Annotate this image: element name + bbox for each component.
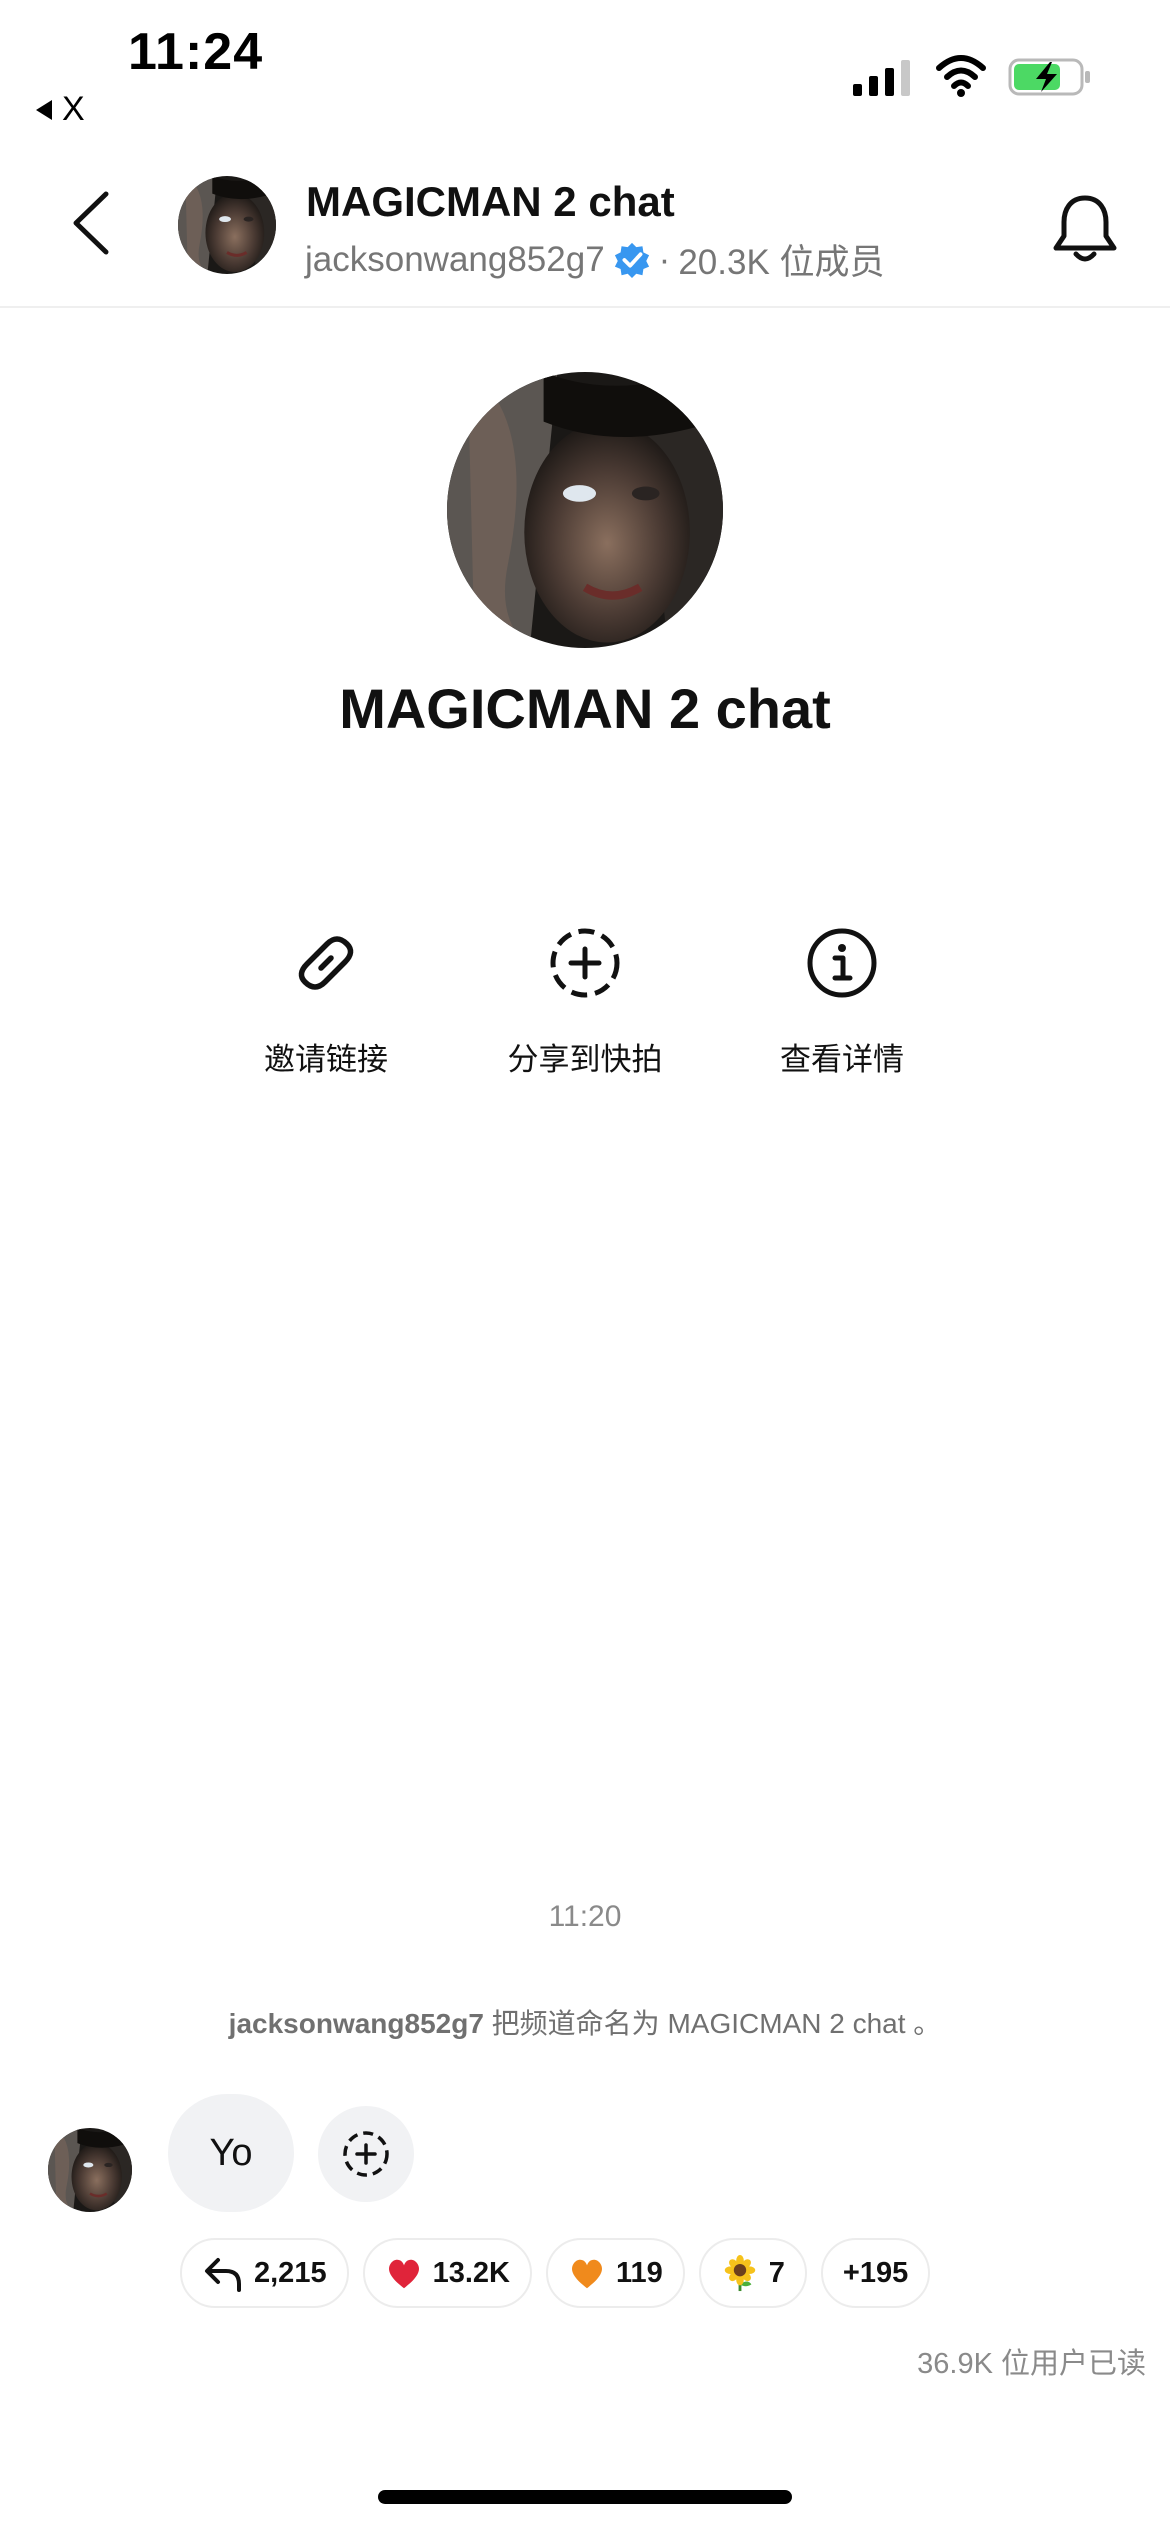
cellular-signal-icon — [853, 60, 910, 96]
header-subtitle: jacksonwang852g7 · 20.3K 位成员 — [305, 234, 885, 285]
battery-charging-icon — [1008, 58, 1090, 96]
share-to-story-button[interactable]: 分享到快拍 — [485, 924, 685, 1079]
header-title[interactable]: MAGICMAN 2 chat — [306, 178, 675, 226]
header-divider — [0, 306, 1170, 308]
home-indicator[interactable] — [378, 2490, 792, 2504]
invite-link-label: 邀请链接 — [264, 1042, 388, 1077]
view-details-button[interactable]: 查看详情 — [742, 924, 942, 1079]
owner-handle[interactable]: jacksonwang852g7 — [305, 240, 605, 280]
member-count: 20.3K 位成员 — [678, 243, 885, 282]
system-message-user[interactable]: jacksonwang852g7 — [229, 2008, 484, 2039]
channel-title: MAGICMAN 2 chat — [339, 677, 831, 740]
add-reaction-button[interactable] — [318, 2106, 414, 2202]
heart-reaction-count: 13.2K — [432, 2256, 510, 2289]
back-to-app-label: X — [62, 90, 85, 128]
info-icon — [807, 928, 877, 998]
message-text: Yo — [209, 2131, 253, 2174]
back-button[interactable] — [62, 188, 122, 258]
back-to-app-button[interactable]: X — [36, 90, 85, 129]
status-time: 11:24 — [128, 23, 264, 81]
reply-count: 2,215 — [254, 2256, 327, 2289]
system-message: jacksonwang852g7 把频道命名为 MAGICMAN 2 chat … — [0, 2002, 1170, 2042]
system-message-text: 把频道命名为 MAGICMAN 2 chat 。 — [483, 2008, 942, 2039]
notification-bell-icon[interactable] — [1050, 190, 1120, 266]
sunflower-icon — [724, 2254, 755, 2292]
share-to-story-label: 分享到快拍 — [507, 1042, 663, 1077]
subtitle-separator: · — [658, 239, 671, 279]
verified-badge-icon — [614, 242, 649, 278]
reply-chip[interactable]: 2,215 — [180, 2238, 349, 2308]
link-icon — [298, 936, 354, 990]
message-bubble[interactable]: Yo — [168, 2094, 294, 2212]
view-details-label: 查看详情 — [780, 1042, 904, 1077]
more-reactions-chip[interactable]: +195 — [820, 2238, 931, 2308]
wifi-icon — [936, 55, 986, 97]
invite-link-button[interactable]: 邀请链接 — [226, 924, 426, 1079]
channel-avatar-large[interactable] — [447, 372, 723, 648]
add-reaction-icon — [343, 2131, 389, 2177]
more-reactions-count: +195 — [842, 2256, 909, 2289]
channel-avatar-small[interactable] — [178, 176, 276, 274]
read-receipt-count[interactable]: 36.9K 位用户已读 — [917, 2340, 1146, 2382]
heart-reaction-chip[interactable]: 13.2K — [362, 2238, 532, 2308]
red-heart-icon — [388, 2259, 419, 2289]
reaction-bar: 2,215 13.2K 119 7 +195 — [180, 2238, 931, 2308]
chat-timestamp: 11:20 — [548, 1900, 622, 1933]
sunflower-reaction-chip[interactable]: 7 — [698, 2238, 807, 2308]
back-triangle-icon — [36, 99, 52, 120]
add-story-icon — [550, 928, 620, 998]
orange-heart-icon — [571, 2259, 602, 2289]
sunflower-reaction-count: 7 — [768, 2256, 785, 2289]
orange-heart-reaction-chip[interactable]: 119 — [545, 2238, 685, 2308]
sender-avatar[interactable] — [48, 2128, 132, 2212]
reply-arrow-icon — [205, 2258, 241, 2292]
orange-heart-reaction-count: 119 — [615, 2256, 663, 2289]
